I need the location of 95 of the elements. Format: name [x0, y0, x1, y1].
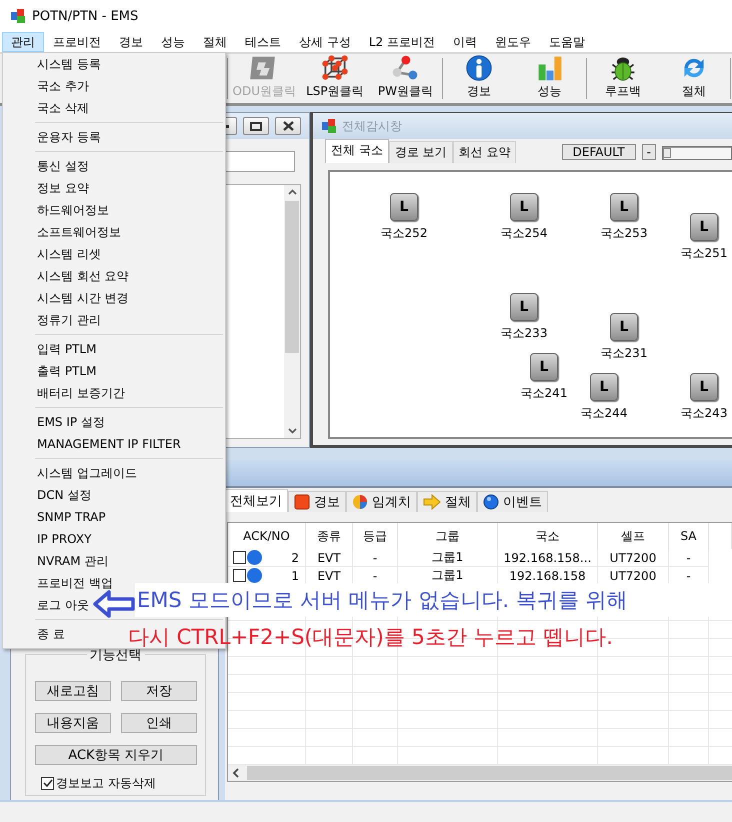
node-icon[interactable]: L — [690, 213, 718, 241]
node-icon[interactable]: L — [390, 193, 418, 221]
toolbar-button[interactable]: PW원클릭 — [370, 54, 441, 103]
profile-button[interactable]: DEFAULT — [562, 144, 636, 160]
action-button[interactable]: 새로고침 — [35, 681, 111, 701]
table-cell: 그룹1 — [398, 549, 498, 567]
menu-item[interactable]: SNMP TRAP — [37, 508, 106, 526]
menu-item[interactable]: 프로비전 — [44, 32, 110, 52]
menu-item[interactable]: 경보 — [110, 32, 152, 52]
tab[interactable]: 경보 — [288, 491, 346, 512]
menu-item[interactable]: L2 프로비전 — [360, 32, 444, 52]
menu-item[interactable]: 운용자 등록 — [37, 128, 101, 146]
window-title: POTN/PTN - EMS — [32, 8, 138, 24]
menu-item[interactable]: 통신 설정 — [37, 157, 89, 175]
group-title: 기능선택 — [86, 648, 144, 663]
menu-item[interactable]: 도움말 — [540, 32, 594, 52]
zoom-out-button[interactable]: - — [642, 144, 656, 160]
menu-item[interactable]: 프로비전 백업 — [37, 574, 113, 592]
menu-item[interactable]: 정류기 관리 — [37, 311, 101, 329]
menu-item[interactable]: 로그 아웃 — [37, 596, 89, 614]
tab[interactable]: 전체 국소 — [325, 139, 389, 163]
checkbox-label: 경보보고 자동삭제 — [56, 775, 156, 792]
node-label: 국소241 — [520, 385, 568, 402]
column-header: SA — [669, 523, 709, 549]
node-icon[interactable]: L — [610, 313, 638, 341]
column-header: 셀프 — [598, 523, 669, 549]
menu-item[interactable]: 국소 추가 — [37, 77, 89, 95]
menu-item[interactable]: 출력 PTLM — [37, 362, 96, 380]
column-header: 국소 — [498, 523, 598, 549]
annotation-text: EMS 모드이므로 서버 메뉴가 없습니다. 복귀를 위해 — [135, 583, 732, 617]
menu-item[interactable]: EMS IP 설정 — [37, 413, 105, 431]
window-title: 전체감시창 — [342, 118, 402, 134]
menu-item[interactable]: 테스트 — [236, 32, 290, 52]
menu-item[interactable]: 상세 구성 — [290, 32, 360, 52]
menu-item[interactable]: 시스템 등록 — [37, 55, 101, 73]
node-icon[interactable]: L — [530, 353, 558, 381]
node-icon[interactable]: L — [690, 373, 718, 401]
table-cell: - — [669, 549, 709, 567]
node-label: 국소233 — [500, 325, 548, 342]
tab[interactable]: 회선 요약 — [452, 141, 516, 163]
menu-item[interactable]: 관리 — [2, 32, 44, 52]
tab[interactable]: 이벤트 — [477, 491, 548, 512]
menu-item[interactable]: DCN 설정 — [37, 486, 92, 504]
menu-item[interactable]: 배터리 보증기간 — [37, 384, 125, 402]
toolbar-button[interactable]: 절체 — [658, 54, 730, 103]
menu-item[interactable]: 절체 — [194, 32, 236, 52]
menu-item[interactable]: 시스템 시간 변경 — [37, 289, 129, 307]
menu-item[interactable]: 입력 PTLM — [37, 340, 96, 358]
column-header: 종류 — [306, 523, 353, 549]
node-label: 국소231 — [600, 345, 648, 362]
column-header: ACK/NO — [228, 523, 306, 549]
table-cell: - — [353, 549, 398, 567]
toolbar-button[interactable]: 루프백 — [588, 54, 658, 103]
table-cell: 1 — [291, 568, 299, 582]
node-label: 국소244 — [580, 405, 628, 422]
node-icon[interactable]: L — [590, 373, 618, 401]
menu-item[interactable]: 시스템 업그레이드 — [37, 464, 137, 482]
node-label: 국소253 — [600, 225, 648, 242]
menu-item[interactable]: 윈도우 — [486, 32, 540, 52]
menu-item[interactable]: 정보 요약 — [37, 179, 89, 197]
menu-item[interactable]: NVRAM 관리 — [37, 552, 108, 570]
node-icon[interactable]: L — [510, 293, 538, 321]
node-label: 국소243 — [680, 405, 728, 422]
toolbar-button[interactable]: 경보 — [444, 54, 514, 103]
tab[interactable]: 경로 보기 — [388, 141, 453, 163]
menu-item[interactable]: 국소 삭제 — [37, 99, 89, 117]
action-button[interactable]: 저장 — [121, 681, 197, 701]
node-icon[interactable]: L — [510, 193, 538, 221]
menu-item[interactable]: 시스템 리셋 — [37, 245, 101, 263]
menu-item[interactable]: 시스템 회선 요약 — [37, 267, 129, 285]
action-button[interactable]: 내용지움 — [35, 713, 111, 733]
menu-item[interactable]: IP PROXY — [37, 530, 92, 548]
menu-item[interactable]: MANAGEMENT IP FILTER — [37, 435, 181, 453]
tab[interactable]: 전체보기 — [225, 489, 288, 512]
menu-item[interactable]: 종 료 — [37, 625, 65, 643]
column-header: 등급 — [353, 523, 398, 549]
action-button[interactable]: 인쇄 — [121, 713, 197, 733]
table-cell: 2 — [291, 550, 299, 564]
menu-item[interactable]: 소프트웨어정보 — [37, 223, 121, 241]
action-button[interactable]: ACK항목 지우기 — [35, 745, 197, 765]
menu-item[interactable]: 성능 — [152, 32, 194, 52]
node-label: 국소254 — [500, 225, 548, 242]
table-cell: UT7200 — [598, 549, 669, 567]
node-label: 국소252 — [380, 225, 428, 242]
table-cell: 192.168.158... — [498, 549, 598, 567]
node-icon[interactable]: L — [610, 193, 638, 221]
tab[interactable]: 임계치 — [346, 491, 417, 512]
toolbar-button[interactable]: 성능 — [514, 54, 585, 103]
tab[interactable]: 절체 — [417, 491, 477, 512]
toolbar-button[interactable]: LSP원클릭 — [300, 54, 370, 103]
menu-item[interactable]: 이력 — [444, 32, 486, 52]
column-header: 그룹 — [398, 523, 498, 549]
node-label: 국소251 — [680, 245, 728, 262]
menu-item[interactable]: 하드웨어정보 — [37, 201, 109, 219]
table-cell: EVT — [306, 549, 353, 567]
